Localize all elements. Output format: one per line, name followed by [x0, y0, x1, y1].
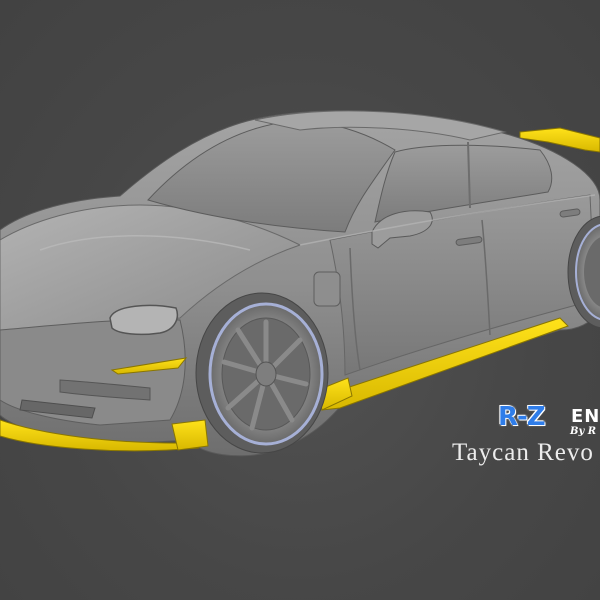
- logo-word: EN: [571, 406, 600, 427]
- headlight: [109, 304, 179, 336]
- brand-logo: R-Z EN By R: [498, 402, 600, 442]
- logo-subtitle: By R: [570, 426, 597, 437]
- render-viewport: R-Z EN By R Taycan Revo: [0, 0, 600, 600]
- front-wheel: [195, 292, 329, 454]
- logo-mark: R-Z: [498, 402, 546, 432]
- front-canard: [171, 419, 209, 451]
- charge-port: [313, 271, 341, 307]
- model-title: Taycan Revo: [452, 439, 594, 466]
- car-render: [0, 110, 600, 457]
